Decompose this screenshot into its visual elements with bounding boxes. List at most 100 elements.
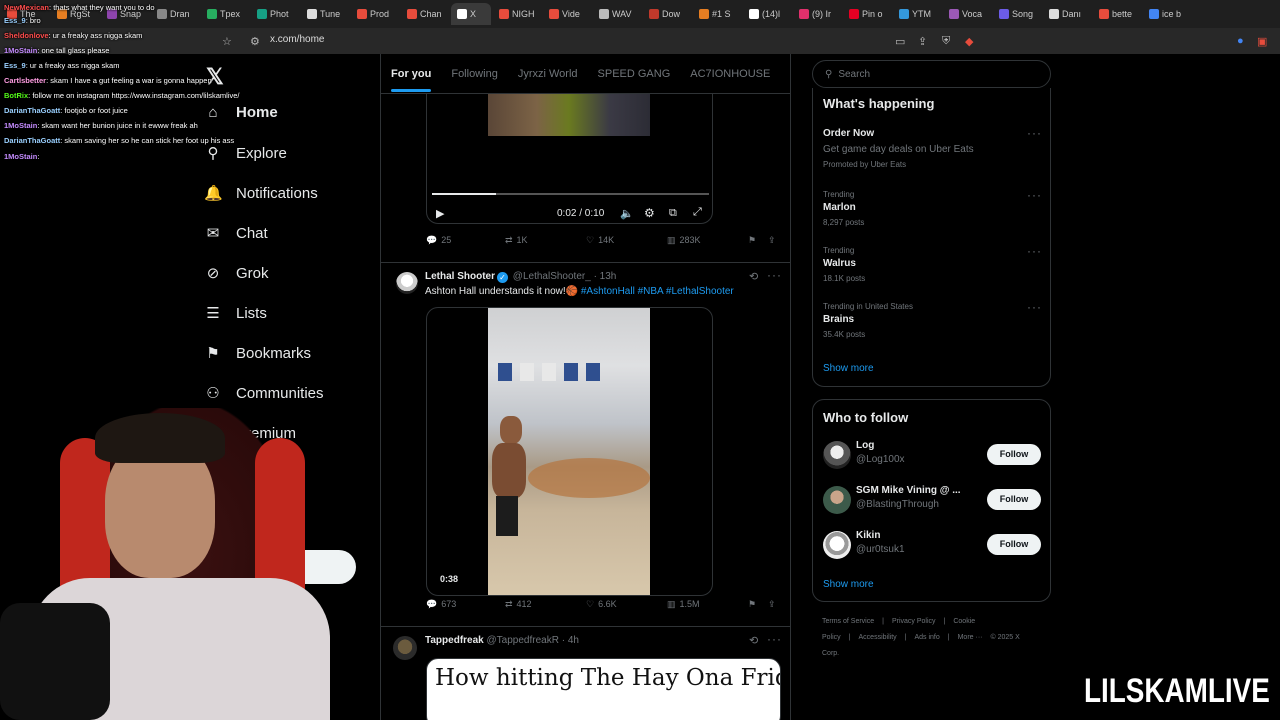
more-options-icon[interactable]: ··· (1027, 188, 1042, 202)
avatar[interactable] (823, 531, 851, 559)
repost-button[interactable]: ⇄ 1K (505, 235, 528, 246)
chat-username[interactable]: DarianThaGoatt (4, 106, 60, 115)
footer-link[interactable]: More ··· (958, 634, 983, 641)
follow-button[interactable]: Follow (987, 444, 1041, 465)
shield-icon[interactable]: ⛨ (942, 35, 950, 48)
suggestion-name[interactable]: Kikin (856, 530, 880, 541)
footer-link[interactable]: Terms of Service (822, 618, 874, 625)
browser-tab[interactable]: YTM (893, 3, 941, 25)
video-progress-track[interactable] (432, 193, 709, 195)
more-options-icon[interactable]: ··· (1027, 126, 1042, 140)
chat-username[interactable]: 1MoStain (4, 46, 37, 55)
chat-username[interactable]: Sheldonlove (4, 31, 49, 40)
menu-icon[interactable]: ▣ (1257, 35, 1267, 48)
follow-button[interactable]: Follow (987, 534, 1041, 555)
nav-item-grok[interactable]: ⊘ Grok (204, 264, 269, 283)
browser-tab[interactable]: Song (993, 3, 1041, 25)
search-box[interactable]: ⚲ Search (812, 60, 1051, 88)
footer-link[interactable]: Ads info (914, 634, 939, 641)
browser-tab[interactable]: Phot (251, 3, 299, 25)
mute-icon[interactable]: 🔈 (620, 207, 634, 220)
feed-tab[interactable]: SPEED GANG (588, 54, 681, 94)
pip-icon[interactable]: ⧉ (669, 207, 677, 220)
grok-icon[interactable]: ⟲ (749, 270, 758, 283)
chat-username[interactable]: Ess_9 (4, 61, 26, 70)
more-options-icon[interactable]: ··· (1027, 300, 1042, 314)
browser-tab[interactable]: NIGH (493, 3, 541, 25)
repost-button[interactable]: ⇄ 412 (505, 599, 532, 610)
screen-icon[interactable]: ▭ (895, 35, 905, 48)
account-icon[interactable]: ● (1237, 35, 1244, 47)
browser-tab[interactable]: Dran (151, 3, 199, 25)
browser-tab[interactable]: Dow (643, 3, 691, 25)
more-options-icon[interactable]: ··· (1027, 244, 1042, 258)
author-name[interactable]: Lethal Shooter (425, 271, 495, 282)
browser-tab[interactable]: bette (1093, 3, 1141, 25)
show-more-link[interactable]: Show more (823, 363, 874, 374)
browser-tab[interactable]: Vide (543, 3, 591, 25)
settings-icon[interactable]: ⚙ (644, 206, 655, 220)
share-icon[interactable]: ⇪ (768, 235, 776, 246)
lethal-shooter-avatar[interactable] (396, 272, 418, 294)
suggestion-name[interactable]: SGM Mike Vining @ ... (856, 485, 961, 496)
suggestion-name[interactable]: Log (856, 440, 874, 451)
avatar[interactable] (823, 441, 851, 469)
avatar[interactable] (823, 486, 851, 514)
author-handle[interactable]: @TappedfreakR (487, 635, 559, 646)
bookmark-star-icon[interactable]: ☆ (222, 35, 232, 48)
show-more-link[interactable]: Show more (823, 579, 874, 590)
tweet2-video[interactable]: 0:38 (426, 307, 713, 596)
footer-link[interactable]: Privacy Policy (892, 618, 936, 625)
nav-item-lists[interactable]: ☰ Lists (204, 304, 267, 323)
more-options-icon[interactable]: ··· (767, 632, 782, 646)
browser-tab[interactable]: Tune (301, 3, 349, 25)
nav-item-bookmarks[interactable]: ⚑ Bookmarks (204, 344, 311, 363)
share-icon[interactable]: ⇪ (768, 599, 776, 610)
browser-tab[interactable]: (9) Ir (793, 3, 841, 25)
nav-item-notifications[interactable]: 🔔 Notifications (204, 184, 318, 203)
chat-username[interactable]: Cartlsbetter (4, 76, 46, 85)
tweet3-image[interactable]: How hitting The Hay Ona Friday (426, 658, 781, 720)
feed-tab[interactable]: Bo (780, 54, 790, 94)
nav-item-home[interactable]: ⌂ Home (204, 104, 277, 121)
browser-tab[interactable]: WAV (593, 3, 641, 25)
chat-username[interactable]: 1MoStain (4, 121, 37, 130)
chat-username[interactable]: BotRix (4, 91, 28, 100)
follow-button[interactable]: Follow (987, 489, 1041, 510)
share-icon[interactable]: ⇪ (918, 35, 927, 48)
browser-tab[interactable]: Danı (1043, 3, 1091, 25)
more-options-icon[interactable]: ··· (767, 268, 782, 282)
chat-username[interactable]: NewMexican (4, 3, 49, 12)
browser-tab[interactable]: Chan (401, 3, 449, 25)
chat-username[interactable]: DarianThaGoatt (4, 136, 60, 145)
chat-username[interactable]: Ess_9 (4, 16, 26, 25)
views-button[interactable]: ▥ 1.5M (667, 599, 700, 610)
reply-button[interactable]: 💬 25 (426, 235, 451, 246)
reply-button[interactable]: 💬 673 (426, 599, 456, 610)
tweet-time[interactable]: · 13h (594, 271, 617, 282)
hashtags[interactable]: #AshtonHall #NBA #LethalShooter (581, 286, 734, 297)
views-button[interactable]: ▥ 283K (667, 235, 701, 246)
fullscreen-icon[interactable]: ⤢ (693, 206, 702, 219)
site-info-icon[interactable]: ⚙ (250, 35, 260, 48)
browser-tab[interactable]: X (451, 3, 491, 25)
bookmark-icon[interactable]: ⚑ (748, 235, 756, 246)
browser-tab[interactable]: Pin o (843, 3, 891, 25)
nav-item-chat[interactable]: ✉ Chat (204, 224, 268, 243)
browser-tab[interactable]: Tpex (201, 3, 249, 25)
feed-tab[interactable]: AC7IONHOUSE (680, 54, 780, 94)
feed-tab[interactable]: For you (381, 54, 441, 94)
tappedfreak-avatar[interactable] (393, 636, 417, 660)
browser-tab[interactable]: #1 S (693, 3, 741, 25)
nav-item-explore[interactable]: ⚲ Explore (204, 144, 287, 163)
grok-icon[interactable]: ⟲ (749, 634, 758, 647)
tweet-time[interactable]: · 4h (562, 635, 579, 646)
browser-tab[interactable]: (14)l (743, 3, 791, 25)
author-handle[interactable]: @LethalShooter_ (513, 271, 591, 282)
chat-username[interactable]: 1MoStain (4, 152, 37, 161)
url-text[interactable]: x.com/home (270, 34, 324, 45)
like-button[interactable]: ♡ 6.6K (586, 599, 617, 610)
play-icon[interactable]: ▶ (436, 207, 444, 220)
feed-tab[interactable]: Jyrxzi World (508, 54, 588, 94)
feed-tab[interactable]: Following (441, 54, 507, 94)
